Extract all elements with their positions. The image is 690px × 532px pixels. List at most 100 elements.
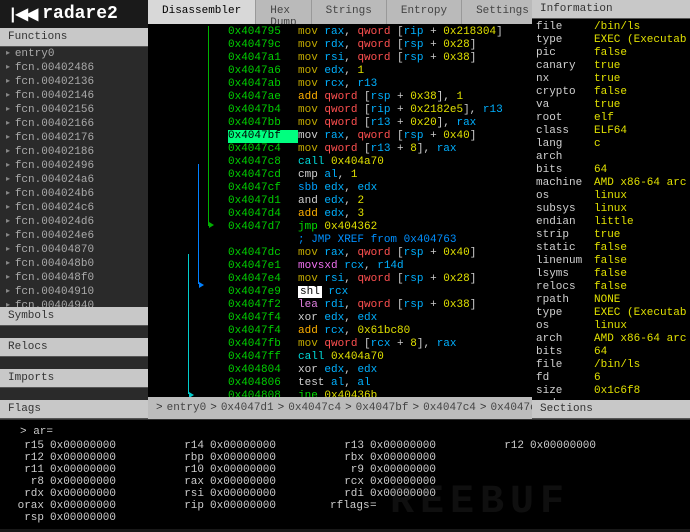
function-item[interactable]: fcn.004024a6 [0,173,148,187]
disasm-line[interactable]: 0x4047e1movsxd rcx, r14d [148,260,532,273]
register-value: 0x00000000 [210,488,276,500]
imports-body [0,388,148,400]
register-value: 0x00000000 [370,452,436,464]
function-item[interactable]: fcn.00402166 [0,117,148,131]
info-row: cryptofalse [536,86,686,99]
function-item[interactable]: fcn.004024e6 [0,229,148,243]
function-item[interactable]: fcn.00402146 [0,89,148,103]
register-name: rflags [330,500,370,512]
register-row: rcx0x00000000 [330,476,490,488]
function-item[interactable]: fcn.00404940 [0,299,148,307]
function-item[interactable]: fcn.004024d6 [0,215,148,229]
function-item[interactable]: entry0 [0,47,148,61]
function-item[interactable]: fcn.00404870 [0,243,148,257]
breadcrumb[interactable]: > entry0 > 0x4047d1 > 0x4047c4 > 0x4047b… [148,397,532,419]
console[interactable]: > ar= r150x00000000r120x00000000r110x000… [0,419,690,529]
disasm-line[interactable]: 0x4047dcmov rax, qword [rsp + 0x40] [148,247,532,260]
disasm-line[interactable]: 0x4047d4add edx, 3 [148,208,532,221]
info-row: lsymsfalse [536,268,686,281]
register-name: rip [170,500,210,512]
tab-settings[interactable]: Settings [462,0,532,24]
center-pane: DisassemblerHex DumpStringsEntropySettin… [148,0,532,419]
breadcrumb-item[interactable]: 0x4047bf [356,402,409,414]
disasm-line[interactable]: 0x40479cmov rdx, qword [rsp + 0x28] [148,39,532,52]
function-item[interactable]: fcn.004024b6 [0,187,148,201]
register-row: rdi0x00000000 [330,488,490,500]
info-value: little [594,216,634,229]
breadcrumb-item[interactable]: 0x4047c8 [491,402,532,414]
register-row: r120x00000000 [10,452,170,464]
disasm-line[interactable]: 0x404806test al, al [148,377,532,390]
instruction: call 0x404a70 [298,156,532,169]
sections-header[interactable]: Sections [532,400,690,419]
disasm-line[interactable]: 0x4047ffcall 0x404a70 [148,351,532,364]
tab-disassembler[interactable]: Disassembler [148,0,256,24]
function-item[interactable]: fcn.00402176 [0,131,148,145]
info-header[interactable]: Information [532,0,690,19]
disasm-line[interactable]: 0x404808jne 0x40436b [148,390,532,397]
function-item[interactable]: fcn.004048f0 [0,271,148,285]
function-item[interactable]: fcn.004048b0 [0,257,148,271]
tab-entropy[interactable]: Entropy [387,0,462,24]
register-value: 0x00000000 [210,500,276,512]
disasm-line[interactable]: 0x4047fbmov qword [rcx + 8], rax [148,338,532,351]
panel-symbols-header[interactable]: Symbols [0,307,148,326]
function-item[interactable]: fcn.00404910 [0,285,148,299]
breadcrumb-item[interactable]: 0x4047c4 [288,402,341,414]
disasm-line[interactable]: 0x4047e4mov rsi, qword [rsp + 0x28] [148,273,532,286]
info-row: file/bin/ls [536,21,686,34]
function-item[interactable]: fcn.00402136 [0,75,148,89]
tab-strings[interactable]: Strings [312,0,387,24]
disassembly-view[interactable]: 0x404795mov rax, qword [rip + 0x218304]0… [148,24,532,397]
register-value: 0x00000000 [370,488,436,500]
info-value: 0x1c6f8 [594,385,640,398]
info-row: subsyslinux [536,203,686,216]
function-item[interactable]: fcn.00402486 [0,61,148,75]
disasm-line[interactable]: 0x4047e9shl rcx [148,286,532,299]
disasm-line[interactable]: 0x4047cdcmp al, 1 [148,169,532,182]
register-column: r130x00000000rbx0x00000000r90x00000000rc… [330,440,490,524]
function-item[interactable]: fcn.00402496 [0,159,148,173]
disasm-line[interactable]: 0x4047b4mov qword [rip + 0x2182e5], r13 [148,104,532,117]
function-item[interactable]: fcn.004024c6 [0,201,148,215]
relocs-body [0,357,148,369]
disasm-line[interactable]: 0x4047c8call 0x404a70 [148,156,532,169]
function-item[interactable]: fcn.00402156 [0,103,148,117]
panel-relocs-header[interactable]: Relocs [0,338,148,357]
function-item[interactable]: fcn.00402186 [0,145,148,159]
disasm-line[interactable]: 0x4047a6mov edx, 1 [148,65,532,78]
disasm-line[interactable]: 0x4047c4mov qword [r13 + 8], rax [148,143,532,156]
address: 0x4047ff [228,351,298,364]
instruction: mov qword [r13 + 8], rax [298,143,532,156]
disasm-line[interactable]: 0x4047a1mov rsi, qword [rsp + 0x38] [148,52,532,65]
disasm-line[interactable]: 0x4047bfmov rax, qword [rsp + 0x40] [148,130,532,143]
tab-hex-dump[interactable]: Hex Dump [256,0,311,24]
instruction: mov rsi, qword [rsp + 0x38] [298,52,532,65]
disasm-line[interactable]: 0x404804xor edx, edx [148,364,532,377]
disasm-line[interactable]: 0x4047cfsbb edx, edx [148,182,532,195]
disasm-line[interactable]: 0x4047d7jmp 0x404362 [148,221,532,234]
panel-imports-header[interactable]: Imports [0,369,148,388]
disasm-line[interactable]: 0x4047f4add rcx, 0x61bc80 [148,325,532,338]
disasm-line[interactable]: ; JMP XREF from 0x404763 [148,234,532,247]
info-value: elf [594,112,614,125]
panel-functions-header[interactable]: Functions [0,28,148,47]
info-row: linenumfalse [536,255,686,268]
disasm-line[interactable]: 0x4047d1and edx, 2 [148,195,532,208]
functions-list[interactable]: entry0fcn.00402486fcn.00402136fcn.004021… [0,47,148,307]
register-grid: r150x00000000r120x00000000r110x00000000r… [10,440,680,524]
info-key: machine [536,177,594,190]
register-row: r140x00000000 [170,440,330,452]
breadcrumb-item[interactable]: 0x4047d1 [221,402,274,414]
breadcrumb-item[interactable]: 0x4047c4 [423,402,476,414]
breadcrumb-item[interactable]: entry0 [167,402,207,414]
register-row: rip0x00000000 [170,500,330,512]
disasm-line[interactable]: 0x4047aeadd qword [rsp + 0x38], 1 [148,91,532,104]
disasm-line[interactable]: 0x404795mov rax, qword [rip + 0x218304] [148,26,532,39]
breadcrumb-separator: > [480,402,487,414]
disasm-line[interactable]: 0x4047bbmov qword [r13 + 0x20], rax [148,117,532,130]
panel-flags-header[interactable]: Flags [0,400,148,419]
disasm-line[interactable]: 0x4047f2lea rdi, qword [rsp + 0x38] [148,299,532,312]
disasm-line[interactable]: 0x4047f4xor edx, edx [148,312,532,325]
disasm-line[interactable]: 0x4047abmov rcx, r13 [148,78,532,91]
